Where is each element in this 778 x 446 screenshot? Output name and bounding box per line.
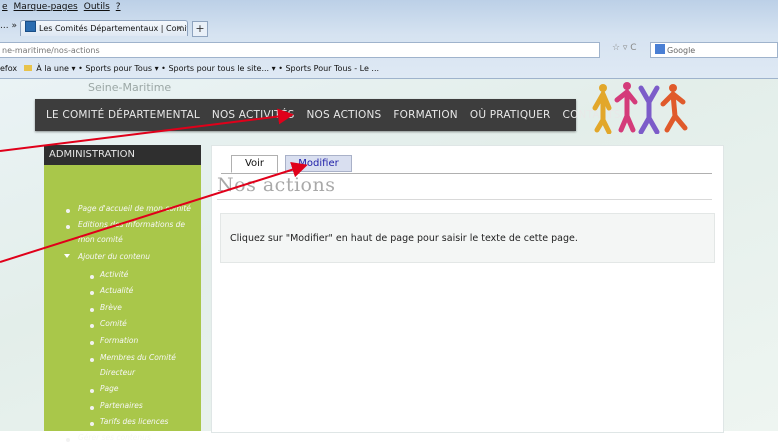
admin-title: ADMINISTRATION [44, 145, 201, 165]
nav-item-formation[interactable]: FORMATION [393, 109, 457, 121]
admin-link-formation[interactable]: Formation [100, 333, 138, 349]
bookmark-item[interactable]: Sports Pour Tous - Le ... [285, 64, 379, 73]
menu-item-help[interactable]: ? [116, 0, 121, 14]
nav-item-activites[interactable]: NOS ACTIVITÉS [212, 109, 295, 121]
bullet-icon [90, 324, 94, 328]
tab-overflow[interactable]: ... » [0, 21, 17, 31]
bookmark-item[interactable]: Sports pour tous le site... [168, 64, 269, 73]
admin-sidebar: ADMINISTRATION Page d'accueil de mon com… [44, 145, 201, 442]
message-text: Cliquez sur "Modifier" en haut de page p… [230, 233, 578, 244]
new-tab-button[interactable]: + [192, 21, 208, 37]
search-input[interactable]: Google [650, 42, 778, 58]
bullet-icon [90, 308, 94, 312]
bullet-icon [90, 389, 94, 393]
bullet-icon [90, 341, 94, 345]
bookmark-item[interactable]: À la une [36, 64, 69, 73]
tab-voir[interactable]: Voir [231, 155, 278, 173]
bookmark-lead: efox [0, 64, 18, 73]
nav-item-pratiquer[interactable]: OÙ PRATIQUER [470, 109, 551, 121]
menu-item-tools[interactable]: Outils [84, 0, 110, 14]
tab-close-icon[interactable]: × [175, 21, 183, 36]
admin-link-tarifs[interactable]: Tarifs des licences [100, 414, 168, 430]
admin-link-editions-cont[interactable]: mon comité [78, 232, 123, 248]
menu-bar: e Marque-pages Outils ? [0, 0, 242, 14]
tab-modifier[interactable]: Modifier [285, 155, 352, 172]
bullet-icon [90, 422, 94, 426]
bookmark-star-icon[interactable]: ☆ ▿ C [612, 43, 637, 53]
admin-link-page[interactable]: Page [100, 381, 119, 397]
admin-link-breve[interactable]: Brève [100, 300, 122, 316]
bullet-icon [90, 358, 94, 362]
site-favicon-icon [25, 21, 36, 32]
menu-item-bookmarks[interactable]: Marque-pages [14, 0, 78, 14]
bullet-icon [66, 438, 70, 442]
expanded-triangle-icon[interactable] [64, 254, 70, 258]
dancers-logo-icon [592, 82, 688, 134]
tab-title: Les Comités Départementaux | Comit... [39, 24, 188, 33]
bullet-icon [66, 209, 70, 213]
folder-icon [23, 65, 32, 71]
admin-link-comite[interactable]: Comité [100, 316, 127, 332]
admin-link-actualite[interactable]: Actualité [100, 283, 133, 299]
bookmarks-toolbar: efox À la une ▾ • Sports pour Tous ▾ • S… [0, 64, 380, 73]
browser-chrome: e Marque-pages Outils ? ... » Les Comité… [0, 0, 778, 79]
bullet-icon [90, 291, 94, 295]
nav-item-comite[interactable]: LE COMITÉ DÉPARTEMENTAL [46, 109, 200, 121]
bookmark-item[interactable]: Sports pour Tous [85, 64, 152, 73]
admin-link-partenaires[interactable]: Partenaires [100, 398, 143, 414]
bullet-icon [66, 225, 70, 229]
nav-item-actions[interactable]: NOS ACTIONS [306, 109, 381, 121]
admin-link-membres[interactable]: Membres du Comité [100, 350, 176, 366]
search-engine-icon [655, 44, 665, 54]
page-title: Nos actions [217, 174, 336, 196]
admin-link-editions[interactable]: Editions des informations de [78, 217, 185, 233]
bullet-icon [90, 275, 94, 279]
site-logo-text[interactable]: Seine-Maritime [88, 81, 171, 94]
admin-link-activite[interactable]: Activité [100, 267, 128, 283]
message-box: Cliquez sur "Modifier" en haut de page p… [220, 213, 715, 263]
search-placeholder: Google [667, 46, 696, 55]
browser-tab[interactable]: Les Comités Départementaux | Comit... × [20, 20, 188, 36]
admin-link-ajouter[interactable]: Ajouter du contenu [78, 249, 150, 265]
admin-link-membres-cont[interactable]: Directeur [100, 365, 135, 381]
tab-strip: ... » Les Comités Départementaux | Comit… [0, 18, 778, 37]
admin-link-accueil[interactable]: Page d'accueil de mon comité [78, 201, 191, 217]
url-bar[interactable]: ne-maritime/nos-actions [0, 42, 600, 58]
menu-item-edit[interactable]: e [2, 0, 8, 14]
admin-link-gerer[interactable]: Gérer ses contenus [78, 430, 151, 446]
title-divider [217, 199, 712, 200]
main-navigation: LE COMITÉ DÉPARTEMENTAL NOS ACTIVITÉS NO… [35, 99, 620, 131]
bullet-icon [90, 406, 94, 410]
